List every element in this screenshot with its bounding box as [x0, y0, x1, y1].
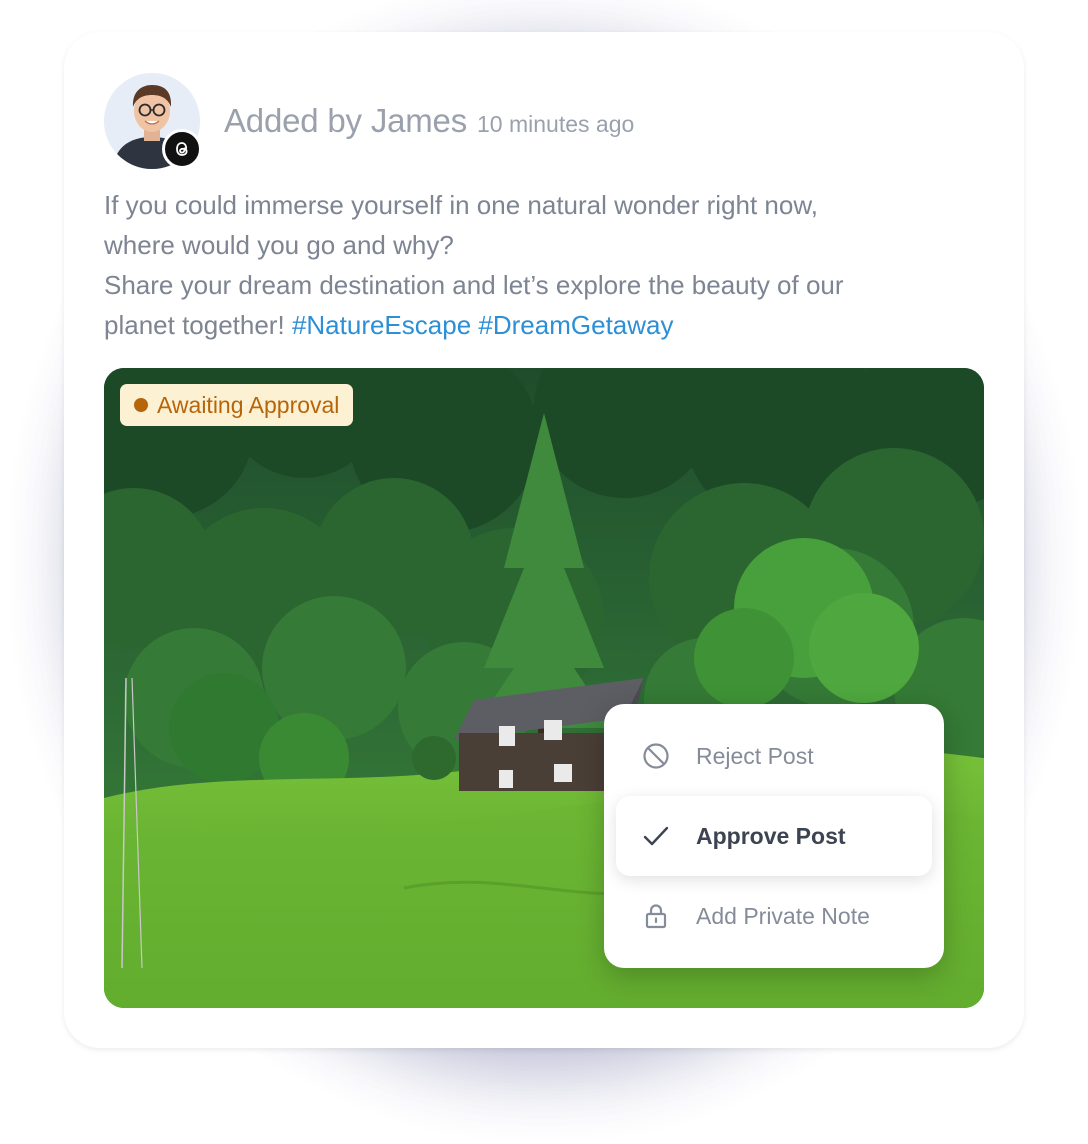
- check-icon: [642, 822, 670, 850]
- reject-post-item[interactable]: Reject Post: [616, 716, 932, 796]
- post-line-with-tags: planet together! #NatureEscape #DreamGet…: [104, 305, 984, 345]
- post-image: Awaiting Approval Reject Post Approve Po…: [104, 368, 984, 1008]
- post-card: Added by James 10 minutes ago If you cou…: [64, 32, 1024, 1048]
- stage: Added by James 10 minutes ago If you cou…: [0, 0, 1088, 1144]
- post-body: If you could immerse yourself in one nat…: [104, 185, 984, 345]
- lock-icon: [642, 902, 670, 930]
- block-icon: [642, 742, 670, 770]
- post-line: where would you go and why?: [104, 230, 454, 260]
- hashtag-link[interactable]: #NatureEscape: [292, 310, 471, 340]
- author-line: Added by James 10 minutes ago: [224, 102, 634, 140]
- moderation-menu: Reject Post Approve Post Add Private Not…: [604, 704, 944, 968]
- add-private-note-item[interactable]: Add Private Note: [616, 876, 932, 956]
- status-dot: [134, 398, 148, 412]
- menu-item-label: Add Private Note: [696, 902, 870, 929]
- status-badge: Awaiting Approval: [120, 384, 354, 426]
- menu-item-label: Reject Post: [696, 742, 814, 769]
- post-time: 10 minutes ago: [477, 111, 635, 137]
- post-line: Share your dream destination and let’s e…: [104, 270, 844, 300]
- threads-icon: [162, 129, 202, 169]
- avatar-wrap: [104, 73, 202, 169]
- menu-item-label: Approve Post: [696, 822, 846, 849]
- approve-post-item[interactable]: Approve Post: [616, 796, 932, 876]
- post-header: Added by James 10 minutes ago: [104, 73, 634, 169]
- post-line: planet together!: [104, 310, 285, 340]
- author-name: Added by James: [224, 102, 468, 139]
- post-line: If you could immerse yourself in one nat…: [104, 190, 818, 220]
- status-label: Awaiting Approval: [157, 391, 340, 418]
- hashtag-link[interactable]: #DreamGetaway: [478, 310, 673, 340]
